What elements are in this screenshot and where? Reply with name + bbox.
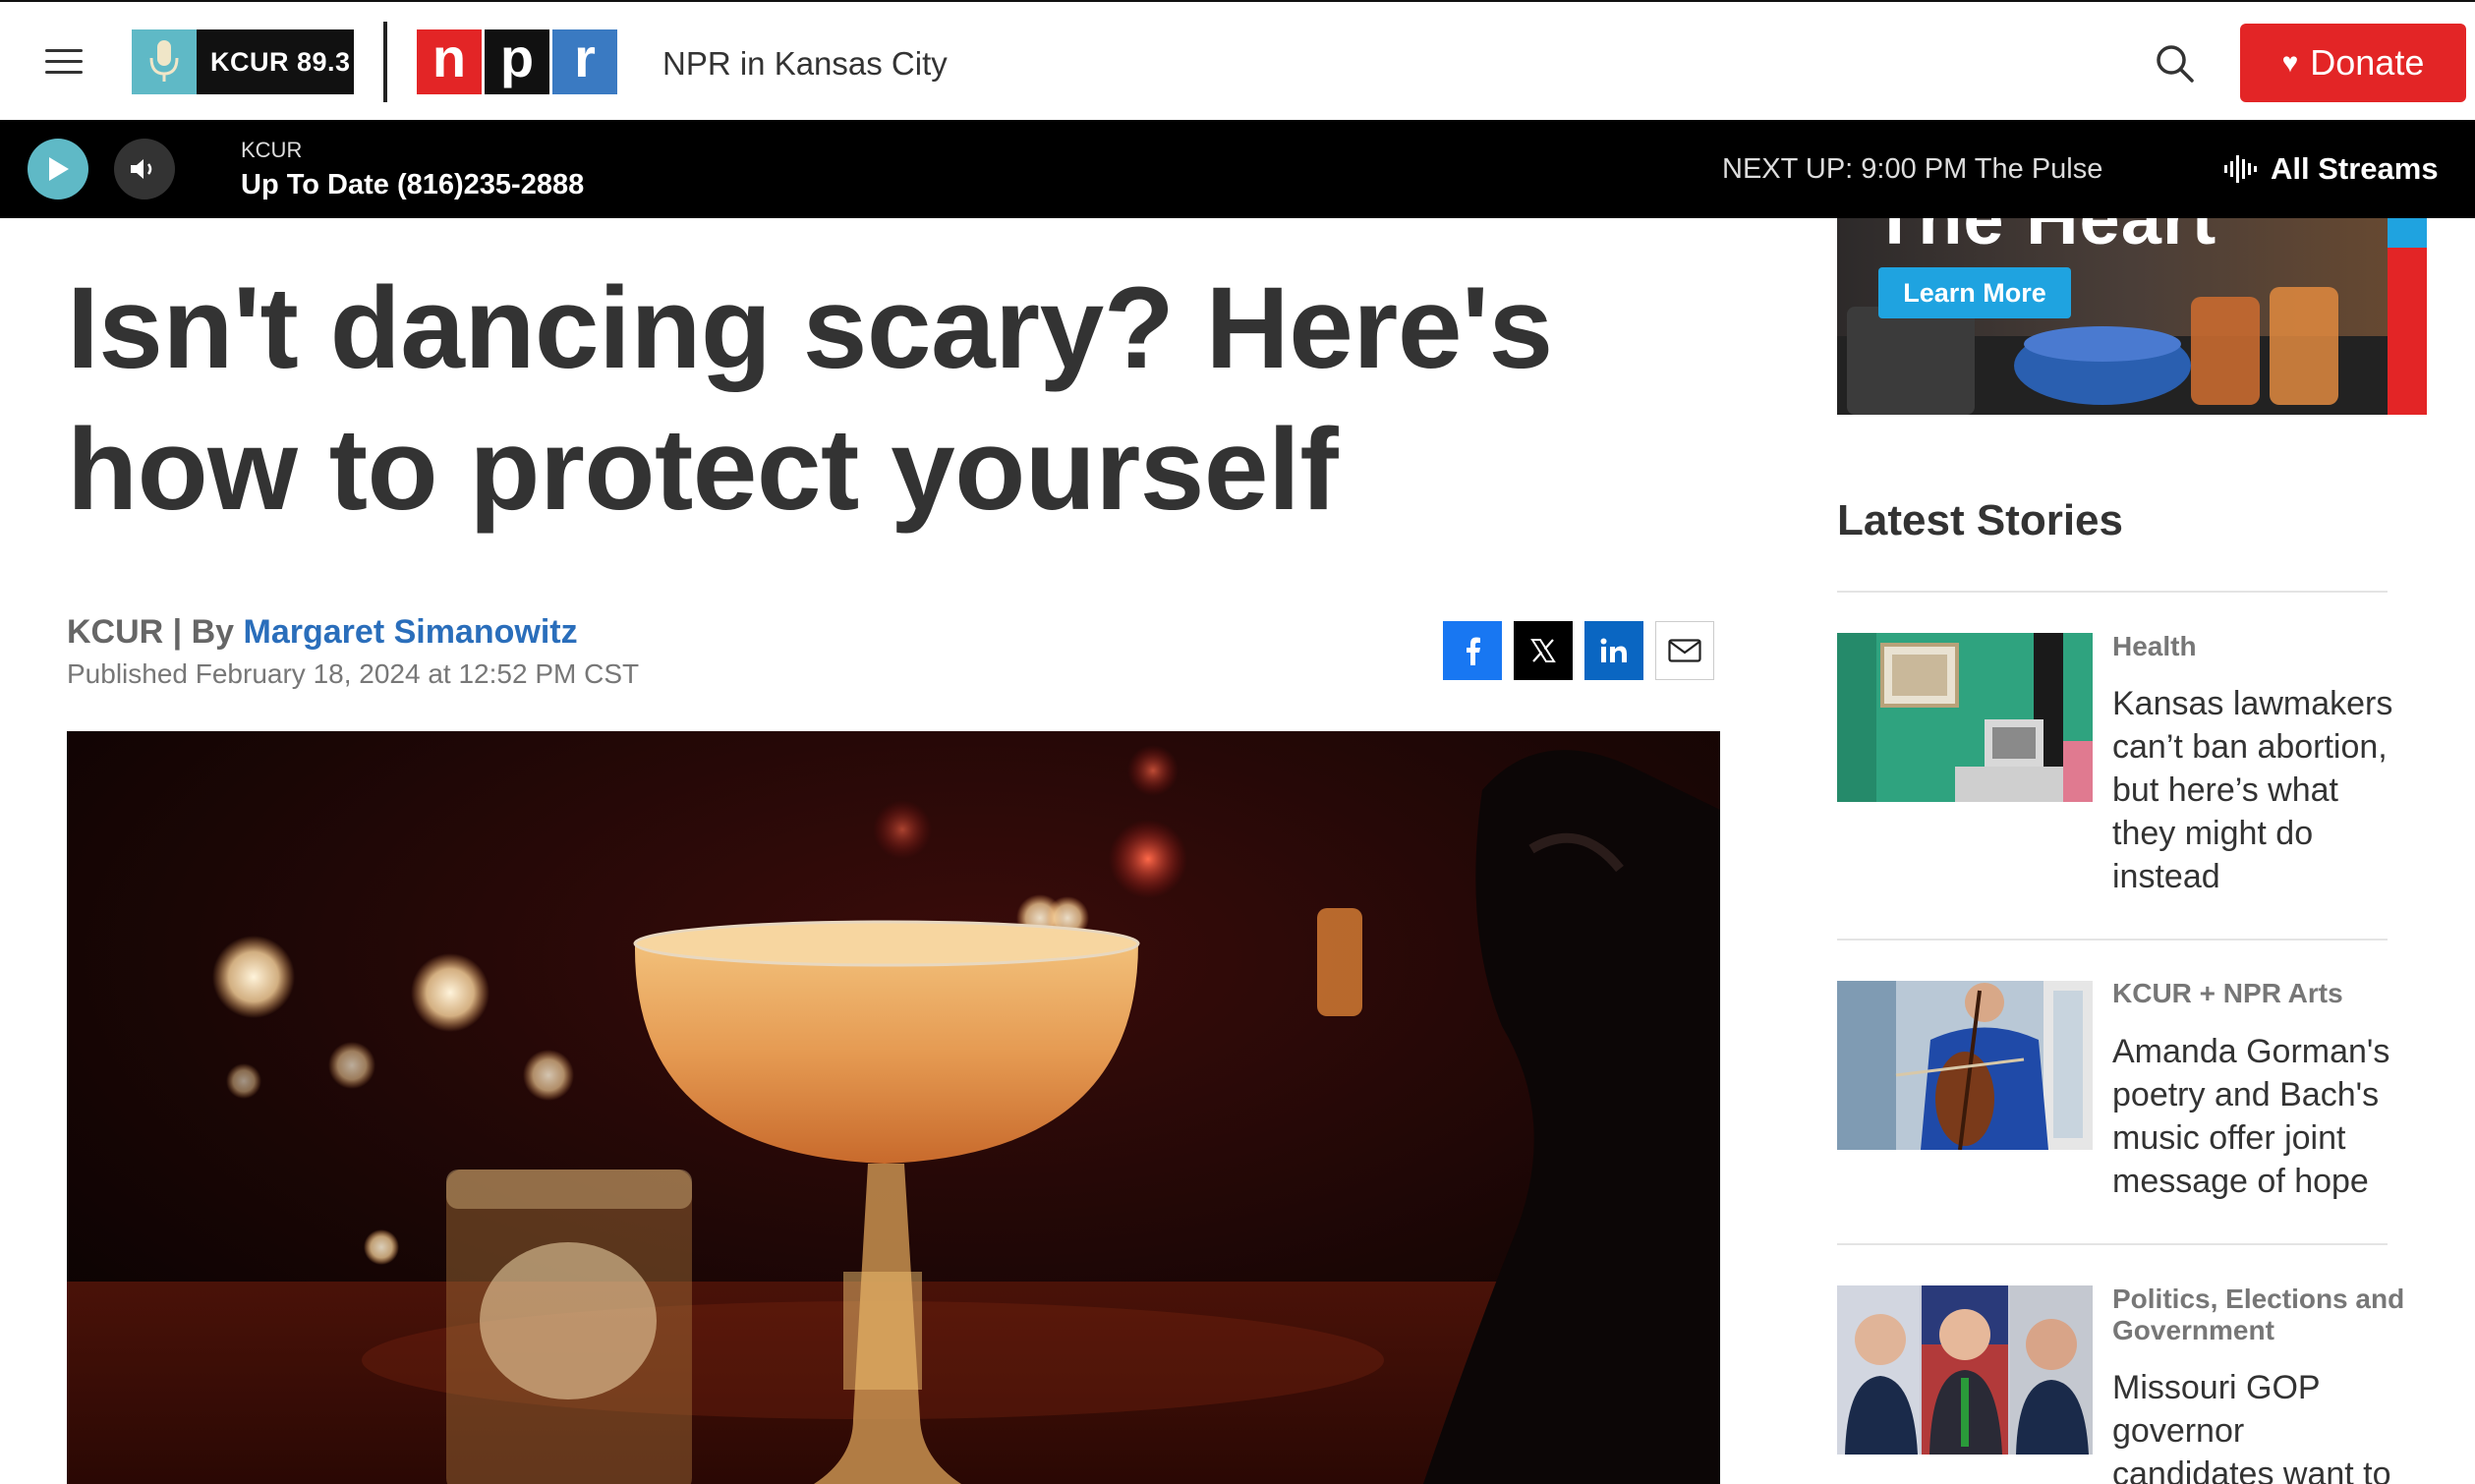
- email-icon: [1668, 639, 1701, 662]
- live-player-bar: KCUR Up To Date (816)235-2888 NEXT UP: 9…: [0, 120, 2475, 218]
- audio-wave-icon: [2224, 155, 2257, 183]
- x-icon: [1530, 639, 1556, 662]
- kcur-logo-text: KCUR 89.3: [210, 46, 351, 77]
- story-title[interactable]: Missouri GOP governor candidates want to: [2112, 1366, 2407, 1484]
- story-title[interactable]: Kansas lawmakers can’t ban abortion, but…: [2112, 682, 2407, 898]
- byline: KCUR | By Margaret Simanowitz: [67, 613, 578, 652]
- station-name[interactable]: NPR in Kansas City: [662, 45, 948, 83]
- heart-icon: ♥: [2281, 47, 2299, 78]
- story-category-politics[interactable]: Politics, Elections and Government: [2112, 1284, 2407, 1346]
- player-station-name: KCUR: [241, 138, 303, 162]
- search-icon[interactable]: [2153, 41, 2198, 86]
- npr-logo-p: p: [485, 29, 549, 94]
- linkedin-share-button[interactable]: [1584, 621, 1643, 680]
- all-streams-label: All Streams: [2271, 151, 2439, 186]
- microphone-icon: [132, 29, 197, 94]
- play-button[interactable]: [28, 139, 88, 200]
- publish-date: Published February 18, 2024 at 12:52 PM …: [67, 658, 640, 689]
- kcur-logo[interactable]: KCUR 89.3: [132, 29, 354, 94]
- divider: [1837, 591, 2388, 593]
- player-show-title[interactable]: Up To Date (816)235-2888: [241, 169, 584, 201]
- speaker-icon: [131, 159, 152, 179]
- all-streams-button[interactable]: All Streams: [2223, 151, 2439, 187]
- ad-learn-more-button[interactable]: Learn More: [1878, 267, 2071, 318]
- email-share-button[interactable]: [1655, 621, 1714, 680]
- divider: [1837, 1243, 2388, 1245]
- donate-label: Donate: [2310, 42, 2425, 83]
- site-header: KCUR 89.3 n p r NPR in Kansas City ♥ Don…: [0, 2, 2475, 120]
- npr-logo[interactable]: n p r: [417, 29, 617, 94]
- play-icon: [49, 157, 69, 181]
- author-link[interactable]: Margaret Simanowitz: [244, 613, 578, 651]
- menu-icon[interactable]: [45, 47, 86, 77]
- volume-button[interactable]: [114, 139, 175, 200]
- ad-headline-fragment: The Heart: [1872, 218, 2217, 259]
- linkedin-icon: [1600, 638, 1627, 662]
- logo-divider: [383, 22, 387, 102]
- story-thumbnail-arts[interactable]: [1837, 981, 2093, 1150]
- story-thumbnail-health[interactable]: [1837, 633, 2093, 802]
- story-category-arts[interactable]: KCUR + NPR Arts: [2112, 978, 2407, 1009]
- facebook-share-button[interactable]: [1443, 621, 1502, 680]
- story-title[interactable]: Amanda Gorman's poetry and Bach's music …: [2112, 1030, 2407, 1203]
- divider: [1837, 939, 2388, 941]
- facebook-icon: [1467, 637, 1480, 665]
- x-share-button[interactable]: [1514, 621, 1573, 680]
- story-category-health[interactable]: Health: [2112, 631, 2407, 662]
- article-headline: Isn't dancing scary? Here's how to prote…: [67, 263, 1553, 535]
- hero-image-cocktail: [67, 731, 1720, 1484]
- byline-source: KCUR | By: [67, 613, 244, 651]
- npr-logo-n: n: [417, 29, 482, 94]
- next-up-text: NEXT UP: 9:00 PM The Pulse: [1722, 153, 2103, 185]
- donate-button[interactable]: ♥ Donate: [2240, 24, 2466, 102]
- share-buttons: [1443, 621, 1714, 680]
- sidebar-ad[interactable]: The Heart Learn More: [1837, 218, 2427, 415]
- latest-stories-heading: Latest Stories: [1837, 496, 2123, 544]
- npr-logo-r: r: [552, 29, 617, 94]
- story-thumbnail-politics[interactable]: [1837, 1285, 2093, 1455]
